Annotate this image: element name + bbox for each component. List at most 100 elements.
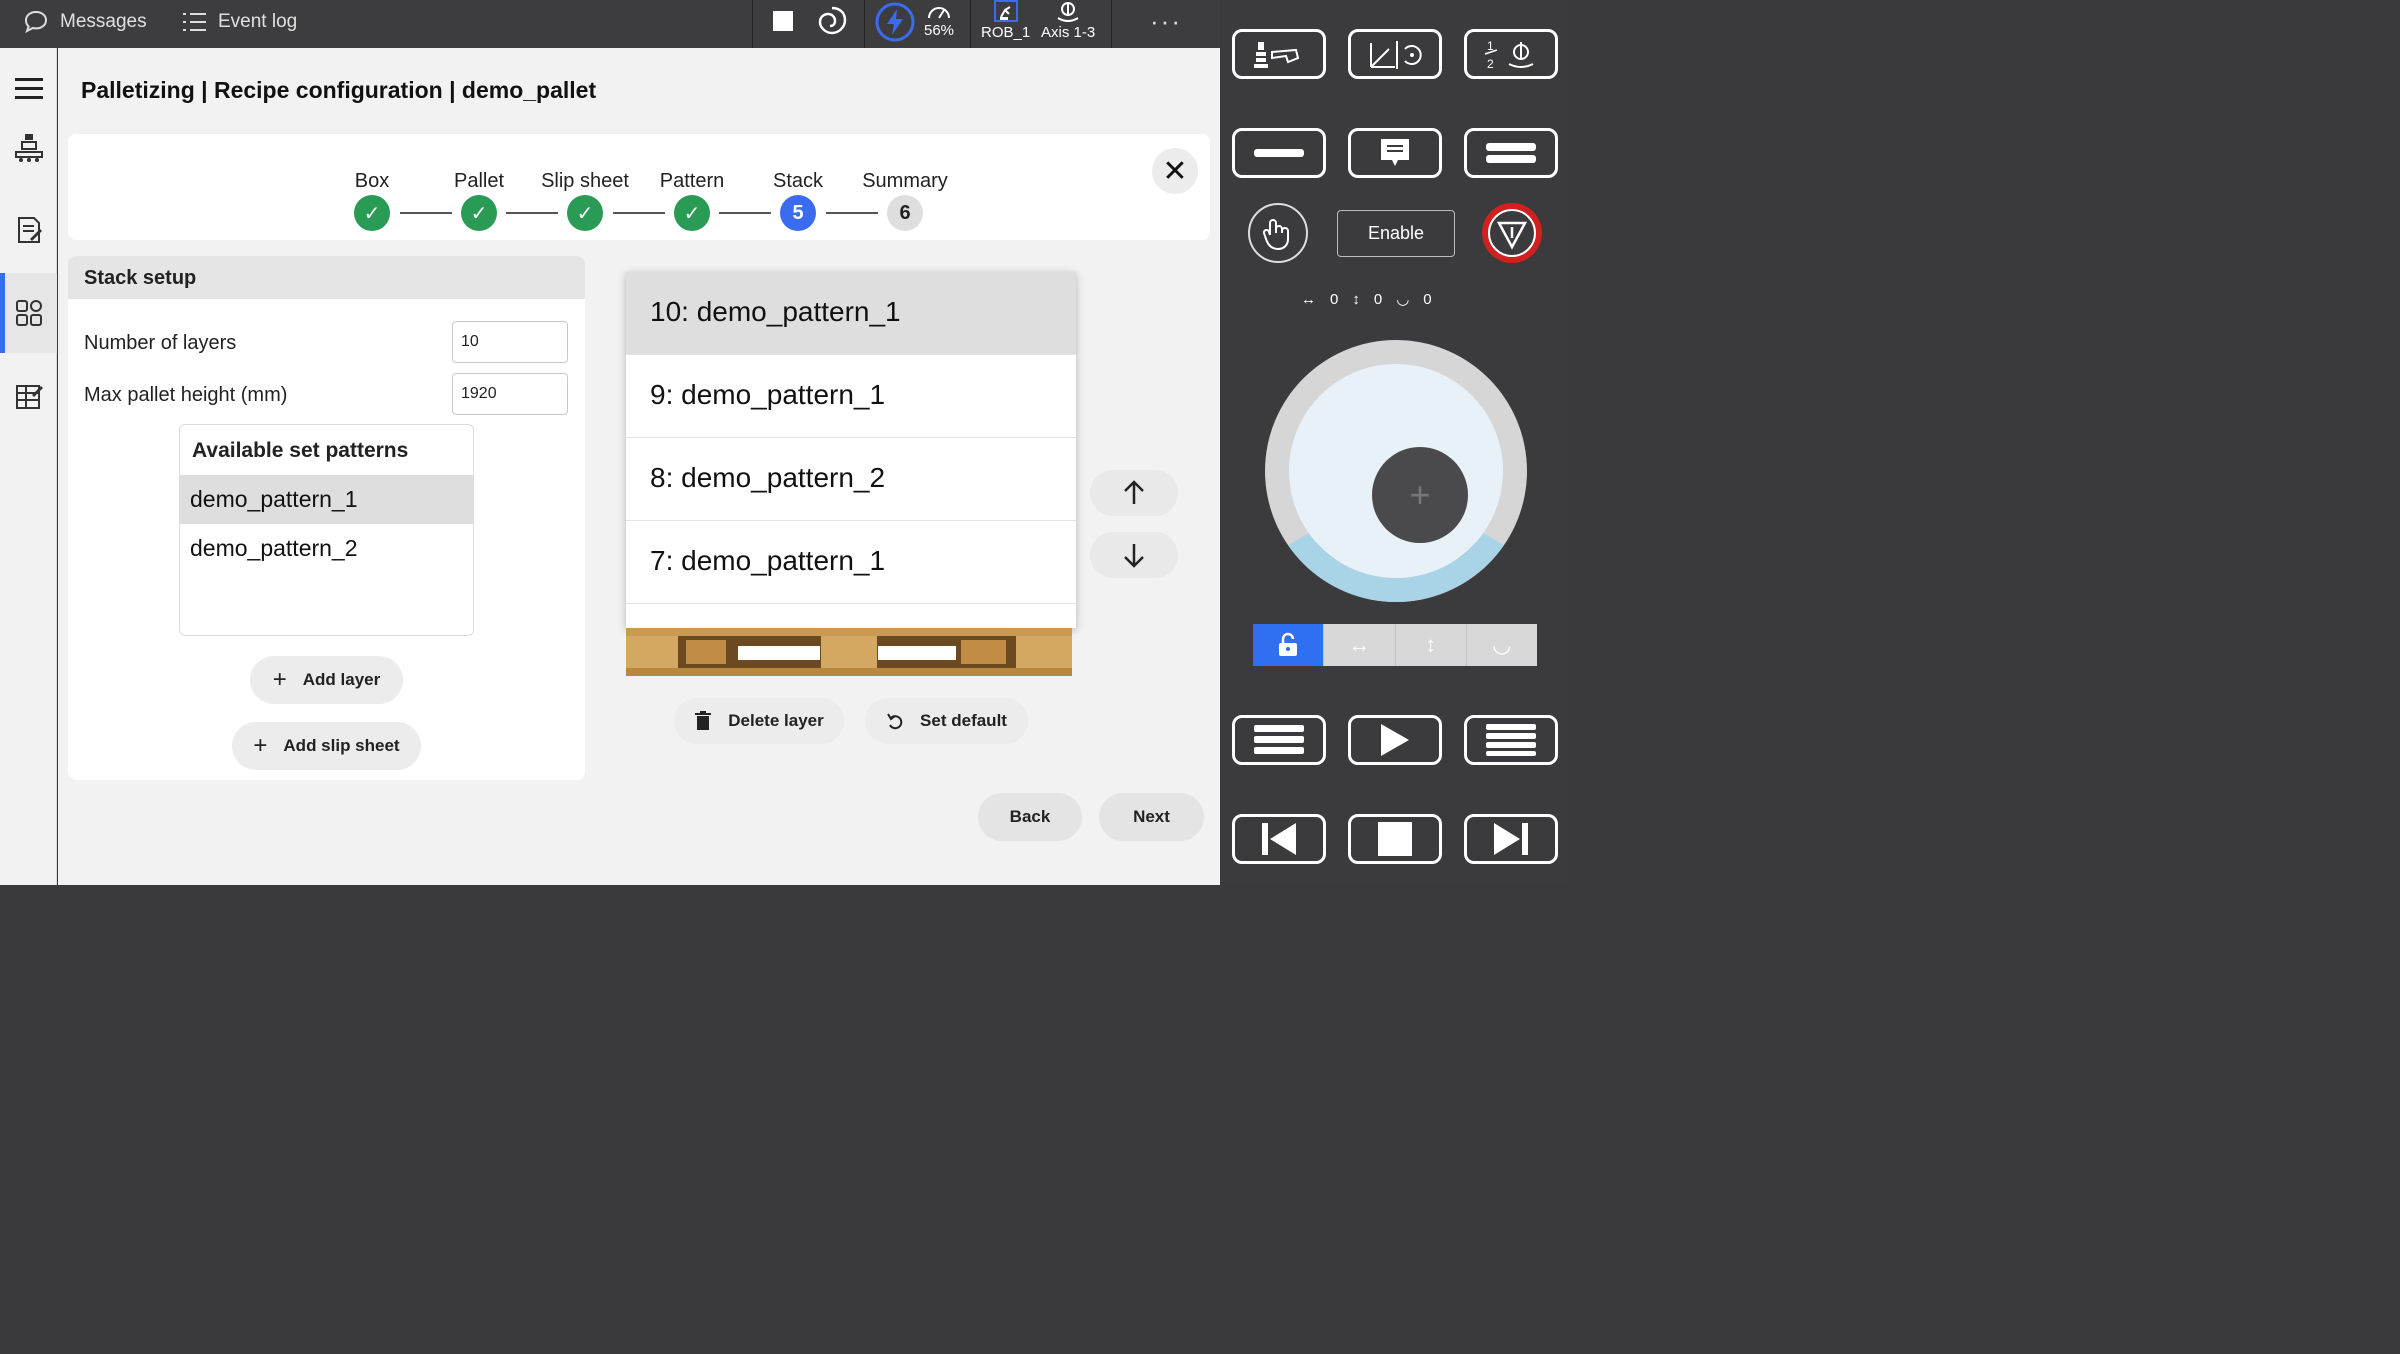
programmable-key-1[interactable] [1232,29,1326,79]
unlock-toggle[interactable] [1253,624,1325,666]
layers-input[interactable] [452,321,568,363]
joystick[interactable]: + [1265,340,1527,602]
available-patterns-list: Available set patterns demo_pattern_1 de… [179,424,474,636]
layer-row[interactable]: 9: demo_pattern_1 [626,355,1076,438]
skip-forward-icon [1494,823,1528,855]
emergency-stop-button[interactable] [1482,203,1542,263]
trash-icon [695,711,712,730]
list-item[interactable]: demo_pattern_2 [180,524,473,573]
step-stack[interactable]: Stack 5 [743,170,853,231]
close-button[interactable]: ✕ [1152,148,1198,194]
speed-button[interactable]: 56% [924,0,954,39]
run-mode-button[interactable] [814,2,850,42]
joystick-knob[interactable]: + [1372,447,1468,543]
rail-item-program-editor[interactable] [0,190,57,270]
programmable-key-6[interactable] [1464,128,1558,178]
move-down-button[interactable] [1090,532,1178,578]
set-default-button[interactable]: Set default [865,698,1028,744]
programmable-key-4[interactable] [1232,128,1326,178]
step-label: Summary [862,170,948,192]
step-pattern[interactable]: Pattern ✓ [637,170,747,231]
joystick-pad: + [1289,364,1503,578]
main-content: Palletizing | Recipe configuration | dem… [58,48,1220,885]
pallet-pattern-icon [15,385,43,409]
robot-arm-icon [993,0,1018,22]
add-slip-sheet-label: Add slip sheet [283,736,400,755]
program-step-back-button[interactable] [1232,715,1326,765]
layer-row[interactable]: 7: demo_pattern_1 [626,521,1076,604]
move-up-button[interactable] [1090,470,1178,516]
check-icon: ✓ [674,195,710,231]
next-button[interactable]: Next [1099,793,1204,841]
height-input[interactable] [452,373,568,415]
program-step-forward-button[interactable] [1464,715,1558,765]
rail-item-apps[interactable] [0,273,57,353]
lock-rotation-toggle[interactable]: ◡ [1466,624,1537,666]
readout-z: 0 [1423,290,1432,308]
pallet-image [626,628,1072,676]
add-slip-sheet-button[interactable]: + Add slip sheet [232,722,421,770]
stop-button[interactable] [1348,814,1442,864]
rob-label: ROB_1 [981,24,1031,41]
messages-button[interactable]: Messages [22,8,147,36]
stepper-card: Box ✓ Pallet ✓ Slip sheet ✓ Pattern ✓ St… [68,134,1210,240]
step-box[interactable]: Box ✓ [317,170,427,231]
step-slip-sheet[interactable]: Slip sheet ✓ [530,170,640,231]
event-log-label: Event log [218,11,298,32]
hamburger-icon [14,78,43,99]
step-backward-button[interactable] [1232,814,1326,864]
plus-icon: + [253,732,268,759]
programmable-key-3[interactable]: 12 [1464,29,1558,79]
lock-vertical-toggle[interactable]: ↕ [1395,624,1467,666]
step-forward-button[interactable] [1464,814,1558,864]
programmable-key-2[interactable] [1348,29,1442,79]
programmable-key-5[interactable] [1348,128,1442,178]
lightning-bolt-icon [875,2,915,42]
event-log-button[interactable]: Event log [180,8,297,36]
flexpendant-panel: 12 Enable ↔ 0 ↕ 0 ◡ 0 + ↔ ↕ ◡ [1221,0,1568,885]
skip-back-icon [1262,823,1296,855]
emergency-stop-icon [1488,209,1536,257]
rail-item-palletizing[interactable] [0,356,57,436]
quad-bar-icon [1486,724,1536,756]
motors-on-button[interactable] [874,1,916,43]
horizontal-arrow-icon: ↔ [1301,290,1316,308]
list-item[interactable]: demo_pattern_1 [180,475,473,524]
mechanical-unit-button[interactable]: ROB_1 [981,0,1030,41]
messages-label: Messages [60,11,147,32]
arrow-down-icon [1124,544,1144,568]
enable-button[interactable]: Enable [1337,210,1455,257]
minus-bar-icon [1254,149,1304,157]
document-edit-icon [17,217,42,243]
coordinate-rotate-icon [1370,41,1422,69]
page-title: Palletizing | Recipe configuration | dem… [81,77,597,103]
vertical-arrow-icon: ↕ [1425,632,1437,657]
stop-square-icon [1378,822,1412,856]
stack-setup-header: Stack setup [68,256,585,299]
plus-icon: + [272,666,287,693]
jog-readout: ↔ 0 ↕ 0 ◡ 0 [1301,290,1432,309]
step-pallet[interactable]: Pallet ✓ [424,170,534,231]
layer-row[interactable]: 8: demo_pattern_2 [626,438,1076,521]
start-program-button[interactable] [1348,715,1442,765]
lock-horizontal-toggle[interactable]: ↔ [1324,624,1396,666]
stop-square-icon [773,11,793,31]
layer-row[interactable]: 10: demo_pattern_1 [626,272,1076,355]
speed-value: 56% [924,22,955,39]
add-layer-button[interactable]: + Add layer [250,656,403,704]
close-icon: ✕ [1162,154,1188,188]
delete-layer-button[interactable]: Delete layer [674,698,844,744]
hold-to-run-button[interactable] [1248,203,1308,263]
step-summary[interactable]: Summary 6 [850,170,960,231]
rail-item-production[interactable] [0,108,57,188]
set-default-label: Set default [920,711,1007,730]
jog-mode-button[interactable]: Axis 1-3 [1041,0,1095,41]
rotate-arrow-icon: ◡ [1396,291,1410,308]
check-icon: ✓ [461,195,497,231]
step-label: Pattern [659,170,725,192]
stop-program-button[interactable] [772,10,794,32]
more-options-button[interactable]: ··· [1150,6,1182,37]
height-label: Max pallet height (mm) [84,384,288,406]
back-button[interactable]: Back [978,793,1082,841]
divider [1111,0,1112,48]
